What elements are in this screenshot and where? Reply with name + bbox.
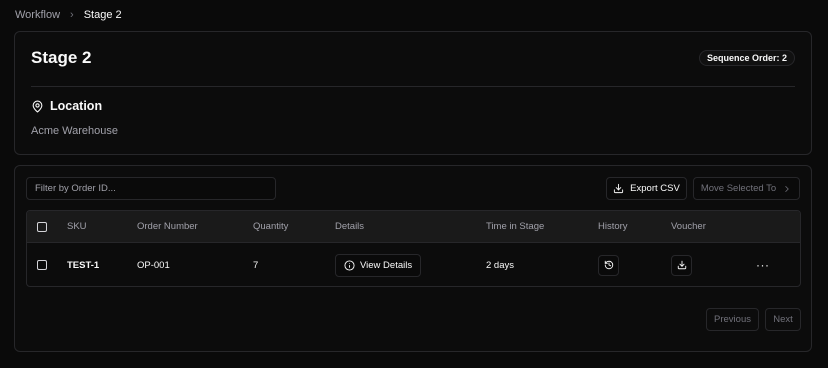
cell-time-in-stage: 2 days bbox=[486, 259, 514, 271]
breadcrumb: Workflow › Stage 2 bbox=[15, 8, 122, 22]
history-button[interactable] bbox=[598, 254, 619, 276]
divider bbox=[31, 86, 795, 87]
header-details: Details bbox=[335, 221, 365, 232]
chevron-right-icon bbox=[782, 184, 792, 194]
sequence-order-badge: Sequence Order: 2 bbox=[698, 50, 795, 66]
map-pin-icon bbox=[31, 100, 44, 113]
header-time-in-stage: Time in Stage bbox=[486, 221, 545, 232]
info-icon bbox=[344, 259, 355, 271]
move-selected-label: Move Selected To bbox=[700, 183, 777, 194]
select-all-checkbox[interactable] bbox=[37, 221, 47, 232]
table-row: TEST-1 OP-001 7 View Details 2 days ··· bbox=[27, 243, 800, 286]
download-icon bbox=[677, 260, 687, 270]
view-details-button[interactable]: View Details bbox=[335, 253, 422, 277]
location-heading: Location bbox=[31, 99, 102, 113]
header-voucher: Voucher bbox=[671, 221, 706, 232]
header-history: History bbox=[598, 221, 628, 232]
view-details-label: View Details bbox=[360, 259, 413, 271]
voucher-download-button[interactable] bbox=[671, 254, 692, 276]
page-title: Stage 2 bbox=[31, 48, 92, 67]
pagination-next-button[interactable]: Next bbox=[765, 308, 801, 331]
breadcrumb-workflow-link[interactable]: Workflow bbox=[15, 9, 60, 21]
breadcrumb-current: Stage 2 bbox=[83, 9, 122, 21]
cell-sku: TEST-1 bbox=[67, 259, 100, 271]
history-icon bbox=[604, 260, 614, 270]
location-title: Location bbox=[50, 99, 103, 113]
table-header-row: SKU Order Number Quantity Details Time i… bbox=[27, 211, 800, 243]
download-icon bbox=[613, 183, 624, 194]
header-sku: SKU bbox=[67, 221, 87, 232]
row-actions-more-button[interactable]: ··· bbox=[756, 258, 770, 272]
header-quantity: Quantity bbox=[253, 221, 289, 232]
header-order-number: Order Number bbox=[137, 221, 198, 232]
breadcrumb-separator: › bbox=[70, 9, 74, 21]
pagination-previous-button[interactable]: Previous bbox=[706, 308, 759, 331]
move-selected-button[interactable]: Move Selected To bbox=[693, 177, 800, 200]
stage-info-card: Stage 2 Sequence Order: 2 Location Acme … bbox=[14, 31, 812, 155]
export-csv-label: Export CSV bbox=[630, 183, 680, 194]
row-select-checkbox[interactable] bbox=[37, 260, 47, 270]
cell-quantity: 7 bbox=[253, 259, 259, 271]
orders-card: Export CSV Move Selected To SKU Order Nu… bbox=[14, 165, 812, 352]
orders-table: SKU Order Number Quantity Details Time i… bbox=[26, 210, 801, 287]
export-csv-button[interactable]: Export CSV bbox=[606, 177, 687, 200]
filter-order-id-input[interactable] bbox=[26, 177, 276, 200]
cell-order-number: OP-001 bbox=[137, 259, 170, 271]
location-value: Acme Warehouse bbox=[31, 125, 119, 137]
